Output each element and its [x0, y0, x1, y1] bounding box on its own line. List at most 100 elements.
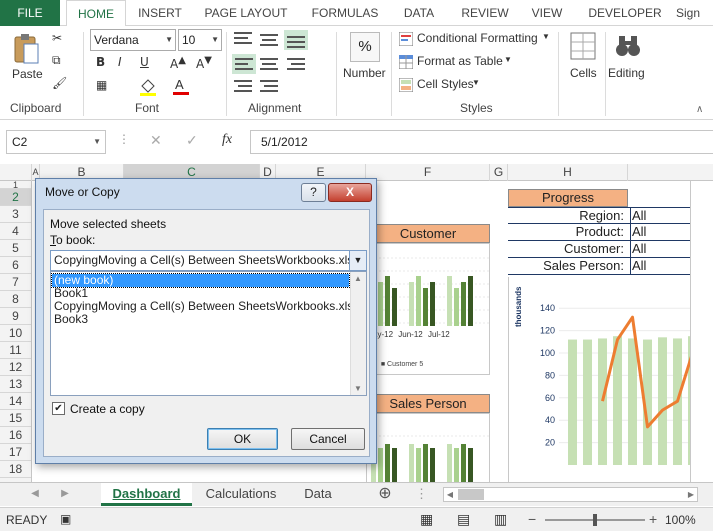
row-header-2[interactable]: 2	[0, 189, 31, 206]
close-button[interactable]: X	[328, 183, 372, 202]
zoom-out-icon[interactable]: −	[528, 511, 536, 527]
underline-icon[interactable]: U	[140, 55, 149, 69]
name-box[interactable]: C2 ▼	[6, 130, 106, 154]
grow-font-icon[interactable]: A▲	[170, 55, 186, 71]
list-item[interactable]: CopyingMoving a Cell(s) Between SheetsWo…	[52, 300, 353, 313]
before-sheet-list[interactable]: (new book) Book1 CopyingMoving a Cell(s)…	[50, 271, 367, 396]
row-header-17[interactable]: 17	[0, 444, 31, 461]
bold-icon[interactable]: B	[96, 55, 105, 69]
macro-record-icon[interactable]: ▣	[60, 512, 71, 526]
page-break-view-icon[interactable]: ▥	[494, 511, 507, 528]
row-header-16[interactable]: 16	[0, 427, 31, 444]
tab-home[interactable]: HOME	[66, 0, 126, 27]
tab-view[interactable]: VIEW	[524, 0, 570, 26]
italic-icon[interactable]: I	[118, 55, 122, 69]
filter-value-customer[interactable]: All	[632, 241, 646, 257]
conditional-formatting-icon[interactable]	[398, 31, 414, 49]
row-header-14[interactable]: 14	[0, 393, 31, 410]
editing-label[interactable]: Editing	[608, 66, 645, 80]
add-sheet-icon[interactable]: ⊕	[375, 483, 395, 506]
cell-styles-button[interactable]: Cell Styles	[417, 77, 474, 91]
tab-file[interactable]: FILE	[0, 0, 60, 26]
sheet-tab-calculations[interactable]: Calculations	[195, 483, 287, 506]
alignment-icons[interactable]	[232, 30, 322, 99]
row-header-15[interactable]: 15	[0, 410, 31, 427]
format-as-table-button[interactable]: Format as Table	[417, 54, 503, 68]
format-painter-icon[interactable]: 🖌	[52, 76, 67, 90]
row-header-12[interactable]: 12	[0, 359, 31, 376]
sales-person-chart[interactable]	[366, 413, 490, 482]
scroll-down-icon[interactable]: ▼	[354, 384, 362, 393]
tab-insert[interactable]: INSERT	[130, 0, 190, 26]
list-item[interactable]: (new book)	[51, 273, 350, 288]
number-label[interactable]: Number	[343, 66, 386, 80]
ok-button[interactable]: OK	[207, 428, 278, 450]
row-header-1[interactable]: 1	[0, 181, 31, 190]
font-name-combo[interactable]: Verdana ▼	[90, 29, 176, 51]
column-header-g[interactable]: G	[490, 164, 508, 181]
zoom-level[interactable]: 100%	[665, 513, 696, 527]
to-book-select[interactable]: CopyingMoving a Cell(s) Between SheetsWo…	[50, 250, 367, 271]
row-header-13[interactable]: 13	[0, 376, 31, 393]
horizontal-scrollbar[interactable]: ◀ ▶	[443, 487, 698, 502]
filter-value-region[interactable]: All	[632, 208, 646, 224]
paste-icon[interactable]	[12, 32, 40, 69]
fill-color-icon[interactable]	[138, 78, 158, 99]
filter-value-product[interactable]: All	[632, 224, 646, 240]
create-copy-label[interactable]: Create a copy	[70, 402, 145, 416]
row-header-4[interactable]: 4	[0, 223, 31, 240]
scroll-left-icon[interactable]: ◀	[444, 488, 456, 501]
column-header-i[interactable]	[628, 164, 713, 181]
cells-label[interactable]: Cells	[570, 66, 597, 80]
tab-formulas[interactable]: FORMULAS	[302, 0, 388, 26]
list-item[interactable]: Book3	[52, 313, 349, 326]
number-format-icon[interactable]: %	[350, 32, 380, 62]
cut-icon[interactable]: ✂	[52, 31, 62, 45]
copy-icon[interactable]: ⧉	[52, 53, 61, 68]
row-header-10[interactable]: 10	[0, 325, 31, 342]
cancel-entry-icon[interactable]: ✕	[150, 132, 162, 149]
normal-view-icon[interactable]: ▦	[420, 511, 433, 528]
tab-review[interactable]: REVIEW	[452, 0, 518, 26]
tab-sign-in[interactable]: Sign	[676, 0, 713, 26]
scroll-thumb[interactable]	[458, 489, 484, 500]
conditional-formatting-button[interactable]: Conditional Formatting	[417, 31, 538, 45]
row-header-11[interactable]: 11	[0, 342, 31, 359]
font-color-icon[interactable]: A	[172, 76, 190, 99]
tab-developer[interactable]: DEVELOPER	[582, 0, 668, 26]
zoom-slider-thumb[interactable]	[593, 514, 597, 526]
create-copy-checkbox[interactable]: ✔	[52, 402, 65, 415]
progress-chart[interactable]: 20 40 60 80 100 120 140 thousands	[508, 277, 690, 482]
row-header-5[interactable]: 5	[0, 240, 31, 257]
tab-page-layout[interactable]: PAGE LAYOUT	[196, 0, 296, 26]
scroll-right-icon[interactable]: ▶	[685, 488, 697, 501]
binoculars-icon[interactable]	[614, 32, 642, 63]
page-layout-view-icon[interactable]: ▤	[457, 511, 470, 528]
scroll-tabs-left-icon[interactable]: ◀	[28, 483, 42, 506]
customer-chart[interactable]: ay-12 Jun-12 Jul-12 4 ■ Customer 5	[366, 243, 490, 375]
sheet-tab-dashboard[interactable]: Dashboard	[101, 483, 192, 506]
formula-input[interactable]: 5/1/2012	[250, 130, 713, 154]
row-header-8[interactable]: 8	[0, 291, 31, 308]
collapse-ribbon-icon[interactable]: ∧	[696, 104, 703, 115]
sheet-tab-data[interactable]: Data	[290, 483, 346, 506]
shrink-font-icon[interactable]: A▼	[196, 55, 212, 71]
help-button[interactable]: ?	[301, 183, 326, 202]
scroll-tabs-right-icon[interactable]: ▶	[58, 483, 72, 506]
cancel-button[interactable]: Cancel	[291, 428, 365, 450]
list-scrollbar[interactable]: ▲ ▼	[350, 272, 366, 395]
confirm-entry-icon[interactable]: ✓	[186, 132, 198, 149]
column-header-f[interactable]: F	[366, 164, 490, 181]
row-header-9[interactable]: 9	[0, 308, 31, 325]
paste-label[interactable]: Paste	[12, 67, 43, 81]
filter-value-sales-person[interactable]: All	[632, 258, 646, 274]
zoom-in-icon[interactable]: +	[649, 511, 657, 527]
row-header-18[interactable]: 18	[0, 461, 31, 478]
font-size-combo[interactable]: 10 ▼	[178, 29, 222, 51]
insert-function-icon[interactable]: fx	[222, 132, 232, 148]
cell-styles-icon[interactable]	[398, 77, 414, 95]
zoom-slider[interactable]	[545, 514, 645, 526]
row-header-6[interactable]: 6	[0, 257, 31, 274]
select-all-corner[interactable]	[0, 164, 32, 181]
cells-icon[interactable]	[570, 32, 596, 63]
